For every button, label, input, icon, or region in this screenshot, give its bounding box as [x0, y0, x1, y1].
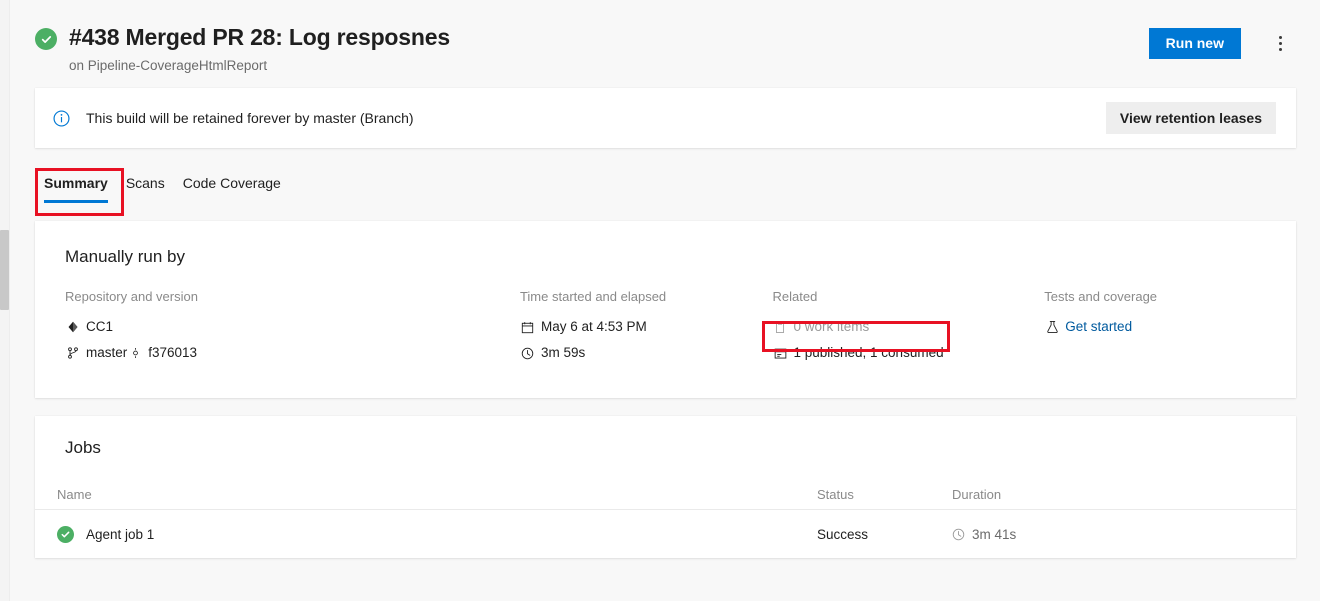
azure-repos-diamond-icon: [65, 321, 81, 333]
branch-name: master: [86, 342, 127, 364]
tab-summary[interactable]: Summary: [35, 169, 117, 209]
more-vertical-icon[interactable]: [1264, 27, 1296, 59]
table-row[interactable]: Agent job 1 Success 3m 41s: [35, 510, 1296, 558]
tab-scans[interactable]: Scans: [117, 169, 174, 209]
artifacts-row[interactable]: 1 published; 1 consumed: [772, 342, 1044, 364]
tab-summary-label: Summary: [44, 175, 108, 191]
tab-code-coverage[interactable]: Code Coverage: [174, 169, 290, 209]
branch-icon: [65, 346, 81, 360]
summary-heading: Manually run by: [65, 247, 1266, 267]
jobs-table-header: Name Status Duration: [35, 480, 1296, 510]
artifacts-value: 1 published; 1 consumed: [793, 342, 943, 364]
tab-code-coverage-label: Code Coverage: [183, 175, 281, 191]
work-items-row[interactable]: 0 work items: [772, 316, 1044, 338]
clock-icon: [520, 347, 536, 360]
view-retention-leases-button[interactable]: View retention leases: [1106, 102, 1276, 134]
time-column: Time started and elapsed May 6 at 4:53 P…: [520, 289, 773, 368]
time-started-value: May 6 at 4:53 PM: [541, 316, 647, 338]
jobs-card: Jobs Name Status Duration Agent job 1 Su…: [35, 416, 1296, 558]
time-elapsed-value: 3m 59s: [541, 342, 585, 364]
success-check-icon: [35, 28, 57, 50]
tests-get-started-row[interactable]: Get started: [1044, 316, 1266, 338]
retention-message: This build will be retained forever by m…: [86, 110, 414, 126]
tests-column: Tests and coverage Get started: [1044, 289, 1266, 368]
column-header-duration: Duration: [952, 487, 1152, 503]
run-header: #438 Merged PR 28: Log resposnes on Pipe…: [11, 0, 1320, 88]
info-icon: [53, 110, 70, 127]
commit-sha: f376013: [148, 342, 197, 364]
beaker-icon: [1044, 320, 1060, 334]
repository-column: Repository and version CC1: [65, 289, 520, 368]
commit-icon: [127, 346, 143, 360]
job-duration-cell: 3m 41s: [952, 527, 1152, 542]
job-status: Success: [817, 527, 952, 542]
branch-item[interactable]: master: [65, 342, 127, 364]
tests-column-label: Tests and coverage: [1044, 289, 1266, 305]
clipboard-icon: [772, 321, 788, 334]
jobs-table: Name Status Duration Agent job 1 Success: [35, 480, 1296, 558]
jobs-heading: Jobs: [35, 438, 1296, 458]
repository-column-label: Repository and version: [65, 289, 520, 305]
job-duration: 3m 41s: [972, 527, 1016, 542]
page-title: #438 Merged PR 28: Log resposnes: [69, 22, 450, 52]
job-name-cell: Agent job 1: [57, 526, 817, 543]
tests-get-started-link[interactable]: Get started: [1065, 316, 1132, 338]
tab-bar: Summary Scans Code Coverage: [35, 169, 1320, 215]
run-new-button[interactable]: Run new: [1149, 28, 1241, 59]
time-column-label: Time started and elapsed: [520, 289, 773, 305]
column-header-status: Status: [817, 487, 952, 503]
vertical-scrollbar[interactable]: [0, 0, 10, 601]
related-column-label: Related: [772, 289, 1044, 305]
repository-row[interactable]: CC1: [65, 316, 520, 338]
clock-icon: [952, 528, 965, 541]
branch-and-commit-row: master f376013: [65, 342, 520, 364]
artifact-box-icon: [772, 347, 788, 360]
header-actions: Run new: [1149, 27, 1296, 59]
job-name: Agent job 1: [86, 527, 154, 542]
tab-scans-label: Scans: [126, 175, 165, 191]
repository-name: CC1: [86, 316, 113, 338]
related-column: Related 0 work items: [772, 289, 1044, 368]
retention-banner: This build will be retained forever by m…: [35, 88, 1296, 148]
page-container: #438 Merged PR 28: Log resposnes on Pipe…: [11, 0, 1320, 601]
summary-card: Manually run by Repository and version C…: [35, 221, 1296, 398]
scrollbar-thumb[interactable]: [0, 230, 9, 310]
success-check-icon: [57, 526, 74, 543]
calendar-icon: [520, 321, 536, 334]
time-elapsed-row: 3m 59s: [520, 342, 773, 364]
column-header-name: Name: [57, 487, 817, 503]
work-items-value: 0 work items: [793, 316, 869, 338]
pipeline-subtitle: on Pipeline-CoverageHtmlReport: [69, 57, 450, 75]
commit-item[interactable]: f376013: [127, 342, 197, 364]
time-started-row: May 6 at 4:53 PM: [520, 316, 773, 338]
